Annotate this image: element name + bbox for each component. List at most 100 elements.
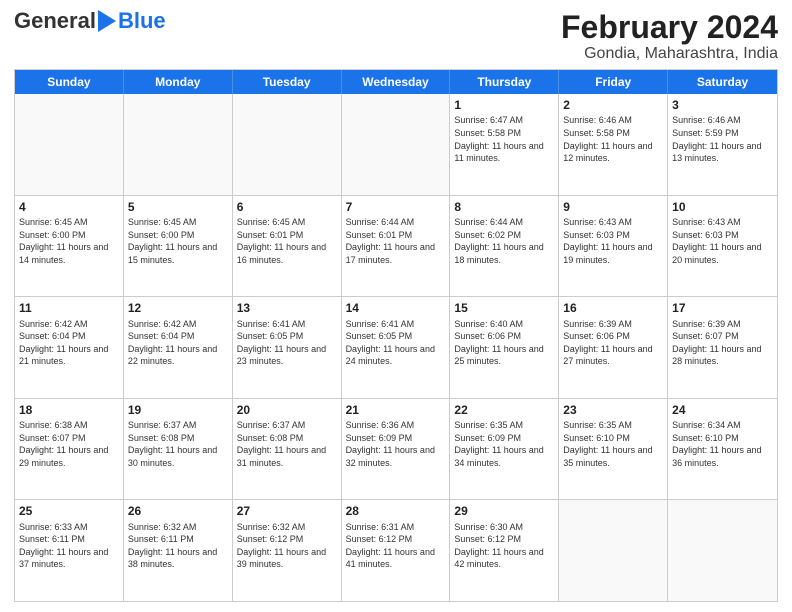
calendar-cell: 7Sunrise: 6:44 AM Sunset: 6:01 PM Daylig… xyxy=(342,196,451,297)
page: General Blue February 2024 Gondia, Mahar… xyxy=(0,0,792,612)
calendar-cell xyxy=(342,94,451,195)
calendar-cell: 29 Sunrise: 6:30 AM Sunset: 6:12 PM Dayli… xyxy=(450,500,559,601)
day-number: 6 xyxy=(237,199,337,215)
calendar-cell: 4Sunrise: 6:45 AM Sunset: 6:00 PM Daylig… xyxy=(15,196,124,297)
calendar-cell: 16Sunrise: 6:39 AM Sunset: 6:06 PM Dayli… xyxy=(559,297,668,398)
calendar-week-row: 4Sunrise: 6:45 AM Sunset: 6:00 PM Daylig… xyxy=(15,196,777,298)
day-info: Sunrise: 6:32 AM Sunset: 6:12 PM Dayligh… xyxy=(237,521,337,571)
day-info: Sunrise: 6:46 AM Sunset: 5:58 PM Dayligh… xyxy=(563,114,663,164)
day-info: Sunrise: 6:37 AM Sunset: 6:08 PM Dayligh… xyxy=(237,419,337,469)
calendar-cell: 9Sunrise: 6:43 AM Sunset: 6:03 PM Daylig… xyxy=(559,196,668,297)
calendar-cell: 8Sunrise: 6:44 AM Sunset: 6:02 PM Daylig… xyxy=(450,196,559,297)
calendar-week-row: 1Sunrise: 6:47 AM Sunset: 5:58 PM Daylig… xyxy=(15,94,777,196)
day-number: 18 xyxy=(19,402,119,418)
calendar-week-row: 25 Sunrise: 6:33 AM Sunset: 6:11 PM Dayli… xyxy=(15,500,777,601)
day-number: 12 xyxy=(128,300,228,316)
day-number: 1 xyxy=(454,97,554,113)
calendar-week-row: 18Sunrise: 6:38 AM Sunset: 6:07 PM Dayli… xyxy=(15,399,777,501)
day-info: Sunrise: 6:42 AM Sunset: 6:04 PM Dayligh… xyxy=(128,318,228,368)
logo: General Blue xyxy=(14,10,166,32)
logo-text: General Blue xyxy=(14,10,166,32)
weekday-header: Sunday xyxy=(15,70,124,94)
calendar-cell: 19Sunrise: 6:37 AM Sunset: 6:08 PM Dayli… xyxy=(124,399,233,500)
logo-blue: Blue xyxy=(118,10,166,32)
day-number: 11 xyxy=(19,300,119,316)
day-info: Sunrise: 6:44 AM Sunset: 6:01 PM Dayligh… xyxy=(346,216,446,266)
calendar-cell: 24Sunrise: 6:34 AM Sunset: 6:10 PM Dayli… xyxy=(668,399,777,500)
day-info: Sunrise: 6:44 AM Sunset: 6:02 PM Dayligh… xyxy=(454,216,554,266)
calendar-cell xyxy=(559,500,668,601)
day-number: 28 xyxy=(346,503,446,519)
day-info: Sunrise: 6:30 AM Sunset: 6:12 PM Dayligh… xyxy=(454,521,554,571)
calendar: SundayMondayTuesdayWednesdayThursdayFrid… xyxy=(14,69,778,602)
calendar-header: SundayMondayTuesdayWednesdayThursdayFrid… xyxy=(15,70,777,94)
day-number: 17 xyxy=(672,300,773,316)
weekday-header: Tuesday xyxy=(233,70,342,94)
calendar-cell xyxy=(124,94,233,195)
day-info: Sunrise: 6:41 AM Sunset: 6:05 PM Dayligh… xyxy=(237,318,337,368)
calendar-subtitle: Gondia, Maharashtra, India xyxy=(561,45,778,63)
calendar-cell: 14Sunrise: 6:41 AM Sunset: 6:05 PM Dayli… xyxy=(342,297,451,398)
calendar-cell: 17 Sunrise: 6:39 AM Sunset: 6:07 PM Dayli… xyxy=(668,297,777,398)
day-info: Sunrise: 6:37 AM Sunset: 6:08 PM Dayligh… xyxy=(128,419,228,469)
calendar-cell: 6Sunrise: 6:45 AM Sunset: 6:01 PM Daylig… xyxy=(233,196,342,297)
logo-general: General xyxy=(14,10,96,32)
day-info: Sunrise: 6:40 AM Sunset: 6:06 PM Dayligh… xyxy=(454,318,554,368)
day-number: 9 xyxy=(563,199,663,215)
day-info: Sunrise: 6:42 AM Sunset: 6:04 PM Dayligh… xyxy=(19,318,119,368)
day-number: 3 xyxy=(672,97,773,113)
weekday-header: Thursday xyxy=(450,70,559,94)
calendar-cell: 26Sunrise: 6:32 AM Sunset: 6:11 PM Dayli… xyxy=(124,500,233,601)
calendar-cell: 20Sunrise: 6:37 AM Sunset: 6:08 PM Dayli… xyxy=(233,399,342,500)
day-number: 7 xyxy=(346,199,446,215)
calendar-cell: 28Sunrise: 6:31 AM Sunset: 6:12 PM Dayli… xyxy=(342,500,451,601)
calendar-cell: 27 Sunrise: 6:32 AM Sunset: 6:12 PM Dayli… xyxy=(233,500,342,601)
day-number: 14 xyxy=(346,300,446,316)
day-info: Sunrise: 6:43 AM Sunset: 6:03 PM Dayligh… xyxy=(563,216,663,266)
calendar-cell: 12 Sunrise: 6:42 AM Sunset: 6:04 PM Dayli… xyxy=(124,297,233,398)
day-number: 22 xyxy=(454,402,554,418)
day-info: Sunrise: 6:45 AM Sunset: 6:00 PM Dayligh… xyxy=(128,216,228,266)
day-info: Sunrise: 6:46 AM Sunset: 5:59 PM Dayligh… xyxy=(672,114,773,164)
day-number: 16 xyxy=(563,300,663,316)
day-number: 10 xyxy=(672,199,773,215)
logo-icon xyxy=(98,10,116,32)
day-number: 26 xyxy=(128,503,228,519)
day-info: Sunrise: 6:35 AM Sunset: 6:09 PM Dayligh… xyxy=(454,419,554,469)
day-info: Sunrise: 6:43 AM Sunset: 6:03 PM Dayligh… xyxy=(672,216,773,266)
calendar-cell: 13 Sunrise: 6:41 AM Sunset: 6:05 PM Dayli… xyxy=(233,297,342,398)
day-number: 15 xyxy=(454,300,554,316)
calendar-body: 1Sunrise: 6:47 AM Sunset: 5:58 PM Daylig… xyxy=(15,94,777,601)
weekday-header: Saturday xyxy=(668,70,777,94)
day-number: 13 xyxy=(237,300,337,316)
day-info: Sunrise: 6:39 AM Sunset: 6:07 PM Dayligh… xyxy=(672,318,773,368)
title-block: February 2024 Gondia, Maharashtra, India xyxy=(561,10,778,63)
calendar-cell xyxy=(233,94,342,195)
calendar-cell: 5Sunrise: 6:45 AM Sunset: 6:00 PM Daylig… xyxy=(124,196,233,297)
calendar-cell: 25 Sunrise: 6:33 AM Sunset: 6:11 PM Dayli… xyxy=(15,500,124,601)
day-number: 27 xyxy=(237,503,337,519)
calendar-title: February 2024 xyxy=(561,10,778,45)
day-number: 25 xyxy=(19,503,119,519)
calendar-cell: 3Sunrise: 6:46 AM Sunset: 5:59 PM Daylig… xyxy=(668,94,777,195)
day-number: 8 xyxy=(454,199,554,215)
day-number: 29 xyxy=(454,503,554,519)
calendar-cell: 10Sunrise: 6:43 AM Sunset: 6:03 PM Dayli… xyxy=(668,196,777,297)
day-info: Sunrise: 6:47 AM Sunset: 5:58 PM Dayligh… xyxy=(454,114,554,164)
day-info: Sunrise: 6:34 AM Sunset: 6:10 PM Dayligh… xyxy=(672,419,773,469)
calendar-cell: 2Sunrise: 6:46 AM Sunset: 5:58 PM Daylig… xyxy=(559,94,668,195)
calendar-cell: 15 Sunrise: 6:40 AM Sunset: 6:06 PM Dayli… xyxy=(450,297,559,398)
calendar-cell: 1Sunrise: 6:47 AM Sunset: 5:58 PM Daylig… xyxy=(450,94,559,195)
calendar-cell: 22Sunrise: 6:35 AM Sunset: 6:09 PM Dayli… xyxy=(450,399,559,500)
calendar-cell: 23Sunrise: 6:35 AM Sunset: 6:10 PM Dayli… xyxy=(559,399,668,500)
day-info: Sunrise: 6:33 AM Sunset: 6:11 PM Dayligh… xyxy=(19,521,119,571)
weekday-header: Friday xyxy=(559,70,668,94)
day-info: Sunrise: 6:45 AM Sunset: 6:01 PM Dayligh… xyxy=(237,216,337,266)
weekday-header: Monday xyxy=(124,70,233,94)
day-number: 19 xyxy=(128,402,228,418)
day-info: Sunrise: 6:45 AM Sunset: 6:00 PM Dayligh… xyxy=(19,216,119,266)
day-info: Sunrise: 6:35 AM Sunset: 6:10 PM Dayligh… xyxy=(563,419,663,469)
day-number: 5 xyxy=(128,199,228,215)
day-number: 21 xyxy=(346,402,446,418)
calendar-week-row: 11 Sunrise: 6:42 AM Sunset: 6:04 PM Dayli… xyxy=(15,297,777,399)
